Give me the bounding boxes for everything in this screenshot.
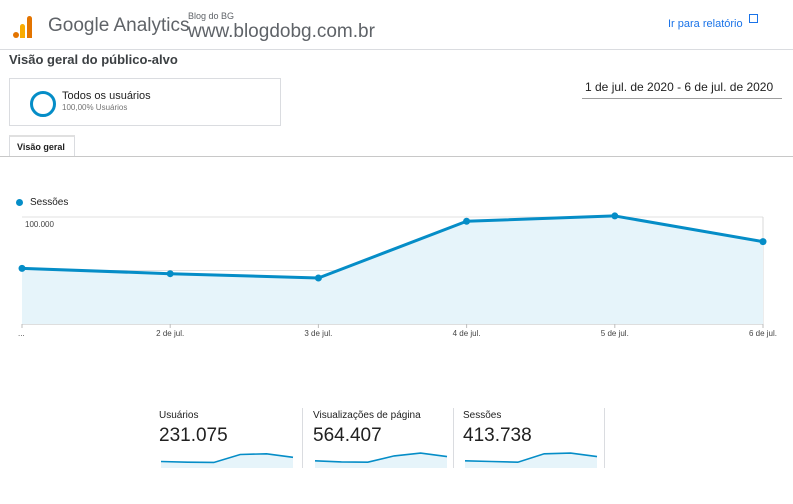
header-divider [0, 49, 793, 50]
metric-value: 231.075 [159, 425, 228, 446]
date-range-picker[interactable]: 1 de jul. de 2020 - 6 de jul. de 2020 [585, 80, 773, 94]
metric-card[interactable]: Usuários 231.075 [159, 408, 299, 470]
x-tick-label: 5 de jul. [601, 329, 629, 338]
date-range-underline [582, 98, 782, 99]
metric-sparkline [160, 452, 294, 468]
sessions-chart[interactable]: 50.000100.000...2 de jul.3 de jul.4 de j… [0, 160, 793, 345]
x-tick-label: 4 de jul. [453, 329, 481, 338]
metric-card[interactable]: Sessões 413.738 [463, 408, 603, 470]
product-name[interactable]: Google Analytics [48, 15, 190, 37]
external-link-icon[interactable] [748, 14, 758, 23]
go-to-report-label[interactable]: Ir para relatório [668, 18, 743, 30]
metric-value: 413.738 [463, 425, 532, 446]
data-point [166, 270, 174, 278]
y-tick-label: 100.000 [25, 220, 54, 229]
series-area [22, 215, 763, 324]
metric-sparkline [464, 452, 598, 468]
metric-divider [453, 408, 454, 468]
metric-sparkline [314, 452, 448, 468]
metric-divider [604, 408, 605, 468]
data-point [463, 217, 471, 225]
metric-divider [302, 408, 303, 468]
tab-divider [0, 156, 793, 157]
data-point [314, 274, 322, 282]
go-to-report-link[interactable]: Ir para relatório [668, 14, 758, 30]
segment-ring-icon [30, 91, 56, 117]
account-name[interactable]: Blog do BG [188, 11, 234, 21]
metric-label: Visualizações de página [313, 410, 421, 421]
segment-card[interactable]: Todos os usuários 100,00% Usuários [9, 78, 281, 126]
tab-overview[interactable]: Visão geral [9, 135, 75, 157]
x-tick-label: 3 de jul. [304, 329, 332, 338]
sparkline-area [161, 453, 293, 468]
data-point [759, 238, 767, 246]
data-point [18, 264, 26, 272]
data-point [611, 212, 619, 220]
google-analytics-logo-icon[interactable] [12, 14, 34, 38]
sparkline-area [315, 453, 447, 468]
x-tick-label: ... [18, 329, 25, 338]
x-tick-label: 2 de jul. [156, 329, 184, 338]
metric-label: Usuários [159, 410, 199, 421]
metric-label: Sessões [463, 410, 502, 421]
metric-card[interactable]: Visualizações de página 564.407 [313, 408, 453, 470]
x-tick-label: 6 de jul. [749, 329, 777, 338]
page-title: Visão geral do público-alvo [9, 52, 178, 67]
segment-name: Todos os usuários [62, 90, 151, 102]
segment-percent: 100,00% Usuários [62, 103, 128, 112]
tab-overview-label: Visão geral [17, 142, 65, 152]
metric-value: 564.407 [313, 425, 382, 446]
property-name[interactable]: www.blogdobg.com.br [188, 21, 375, 43]
